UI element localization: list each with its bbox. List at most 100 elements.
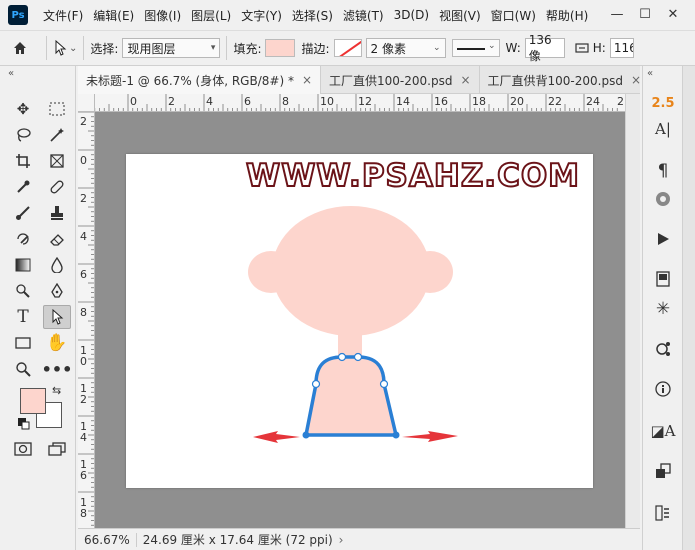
actions-play-icon[interactable]: [651, 228, 675, 250]
tab-document-3[interactable]: 工厂直供背100-200.psd ×: [480, 66, 651, 94]
ruler-label: 0: [80, 154, 87, 167]
menu-view[interactable]: 视图(V): [434, 7, 486, 24]
stroke-swatch[interactable]: [333, 39, 362, 57]
menu-layer[interactable]: 图层(L): [186, 7, 236, 24]
clone-stamp-icon[interactable]: [46, 202, 68, 224]
history-panel-icon[interactable]: [651, 502, 675, 524]
ruler-origin[interactable]: [78, 94, 95, 112]
rectangle-tool-icon[interactable]: [12, 332, 34, 354]
styles-panel-icon[interactable]: [651, 460, 675, 482]
anchor-point[interactable]: [311, 379, 321, 389]
hand-tool-icon[interactable]: ✋: [46, 332, 68, 354]
paragraph-panel-icon[interactable]: ¶: [651, 160, 675, 182]
document-canvas[interactable]: WWW.PSAHZ.COM: [126, 154, 593, 488]
move-tool-icon[interactable]: ✥: [12, 98, 34, 120]
libraries-icon[interactable]: [651, 188, 675, 210]
anchor-point[interactable]: [337, 352, 347, 362]
chevron-right-icon[interactable]: ›: [339, 533, 344, 547]
dodge-tool-icon[interactable]: [12, 280, 34, 302]
ruler-label: 2: [617, 95, 624, 108]
eyedropper-icon[interactable]: [12, 176, 34, 198]
tab-close-icon[interactable]: ×: [302, 73, 312, 87]
body-shape[interactable]: [304, 355, 398, 437]
anchor-point[interactable]: [302, 431, 310, 439]
menu-filter[interactable]: 滤镜(T): [338, 7, 389, 24]
maximize-button[interactable]: ☐: [631, 3, 659, 25]
head-shape[interactable]: [272, 206, 430, 336]
brush-tool-icon[interactable]: [12, 202, 34, 224]
healing-brush-icon[interactable]: [46, 176, 68, 198]
crop-tool-icon[interactable]: [12, 150, 34, 172]
panel-scrollbar[interactable]: [682, 66, 695, 550]
glyphs-panel-icon[interactable]: ◪A: [651, 420, 676, 442]
stroke-type-dropdown[interactable]: ⌄: [451, 39, 500, 57]
properties-panel-icon[interactable]: [651, 268, 675, 290]
foreground-color-swatch[interactable]: [20, 388, 46, 414]
marquee-tool-icon[interactable]: [46, 98, 68, 120]
blur-tool-icon[interactable]: [46, 254, 68, 276]
select-dropdown[interactable]: 现用图层 ▾: [122, 38, 221, 58]
anchor-point[interactable]: [353, 352, 363, 362]
ruler-label: 4: [80, 230, 87, 243]
minimize-button[interactable]: —: [603, 3, 631, 25]
tab-close-icon[interactable]: ×: [460, 73, 470, 87]
quick-mask-icon[interactable]: [12, 438, 34, 460]
tab-document-2[interactable]: 工厂直供100-200.psd ×: [321, 66, 480, 94]
history-brush-icon[interactable]: [12, 228, 34, 250]
menu-select[interactable]: 选择(S): [287, 7, 338, 24]
screen-mode-icon[interactable]: [46, 438, 68, 460]
menu-window[interactable]: 窗口(W): [486, 7, 541, 24]
width-field[interactable]: 136 像: [524, 33, 565, 63]
options-bar: ⌄ 选择: 现用图层 ▾ 填充: 描边: 2 像素 ⌄ ⌄ W: 136 像 H…: [0, 30, 695, 66]
more-tools-icon[interactable]: •••: [42, 358, 73, 380]
collapse-panel-icon[interactable]: «: [8, 68, 14, 79]
tab-close-icon[interactable]: ×: [631, 73, 641, 87]
stroke-width-field[interactable]: 2 像素 ⌄: [365, 38, 446, 58]
menu-edit[interactable]: 编辑(E): [88, 7, 139, 24]
vertical-ruler[interactable]: 2 0 2 4 6 8 1 0 1 2 1 4 1 6 1 8: [78, 112, 95, 528]
ruler-label: 10: [320, 95, 334, 108]
direct-selection-tool-icon[interactable]: [43, 305, 71, 329]
eraser-tool-icon[interactable]: [46, 228, 68, 250]
anchor-point[interactable]: [392, 431, 400, 439]
ruler-label: 8: [282, 95, 289, 108]
info-panel-icon[interactable]: [651, 378, 675, 400]
adjustments-icon[interactable]: [651, 338, 675, 360]
horizontal-ruler[interactable]: 0 2 4 6 8 10 12 14 16 18 20 22 24 2: [95, 94, 625, 112]
home-button[interactable]: [0, 40, 40, 56]
pen-tool-icon[interactable]: [46, 280, 68, 302]
menu-image[interactable]: 图像(I): [139, 7, 186, 24]
frame-tool-icon[interactable]: [46, 150, 68, 172]
close-button[interactable]: ✕: [659, 3, 687, 25]
menu-help[interactable]: 帮助(H): [541, 7, 593, 24]
menu-3d[interactable]: 3D(D): [389, 8, 434, 22]
zoom-level[interactable]: 66.67%: [78, 532, 137, 547]
tab-document-1[interactable]: 未标题-1 @ 66.7% (身体, RGB/8#) * ×: [78, 66, 322, 94]
character-panel-icon[interactable]: A|: [651, 118, 675, 140]
swap-colors-icon[interactable]: ⇆: [52, 384, 61, 397]
link-dimensions-button[interactable]: [571, 42, 593, 54]
type-tool-icon[interactable]: T: [12, 306, 34, 328]
tool-preset-picker[interactable]: ⌄: [53, 40, 77, 56]
artwork[interactable]: [126, 154, 593, 488]
right-panel-dock: « 2.5 A| ¶ ✳ ◪A: [642, 66, 682, 550]
height-value: 116: [613, 41, 633, 55]
vertical-scrollbar[interactable]: [625, 94, 640, 528]
fill-swatch[interactable]: [265, 39, 296, 57]
ruler-label: 1 8: [80, 496, 87, 520]
arrow-right-icon: [402, 431, 458, 442]
canvas-workspace[interactable]: WWW.PSAHZ.COM: [95, 112, 625, 528]
w-label: W:: [505, 41, 521, 55]
brush-settings-icon[interactable]: ✳: [651, 298, 675, 320]
height-field[interactable]: 116: [609, 38, 634, 58]
zoom-tool-icon[interactable]: [12, 358, 34, 380]
ruler-label: 1 6: [80, 458, 87, 482]
lasso-tool-icon[interactable]: [12, 124, 34, 146]
menu-type[interactable]: 文字(Y): [236, 7, 287, 24]
menu-file[interactable]: 文件(F): [38, 7, 88, 24]
magic-wand-icon[interactable]: [46, 124, 68, 146]
anchor-point[interactable]: [379, 379, 389, 389]
default-colors-icon[interactable]: [18, 418, 30, 433]
collapse-panel-icon[interactable]: «: [647, 68, 653, 79]
gradient-tool-icon[interactable]: [12, 254, 34, 276]
